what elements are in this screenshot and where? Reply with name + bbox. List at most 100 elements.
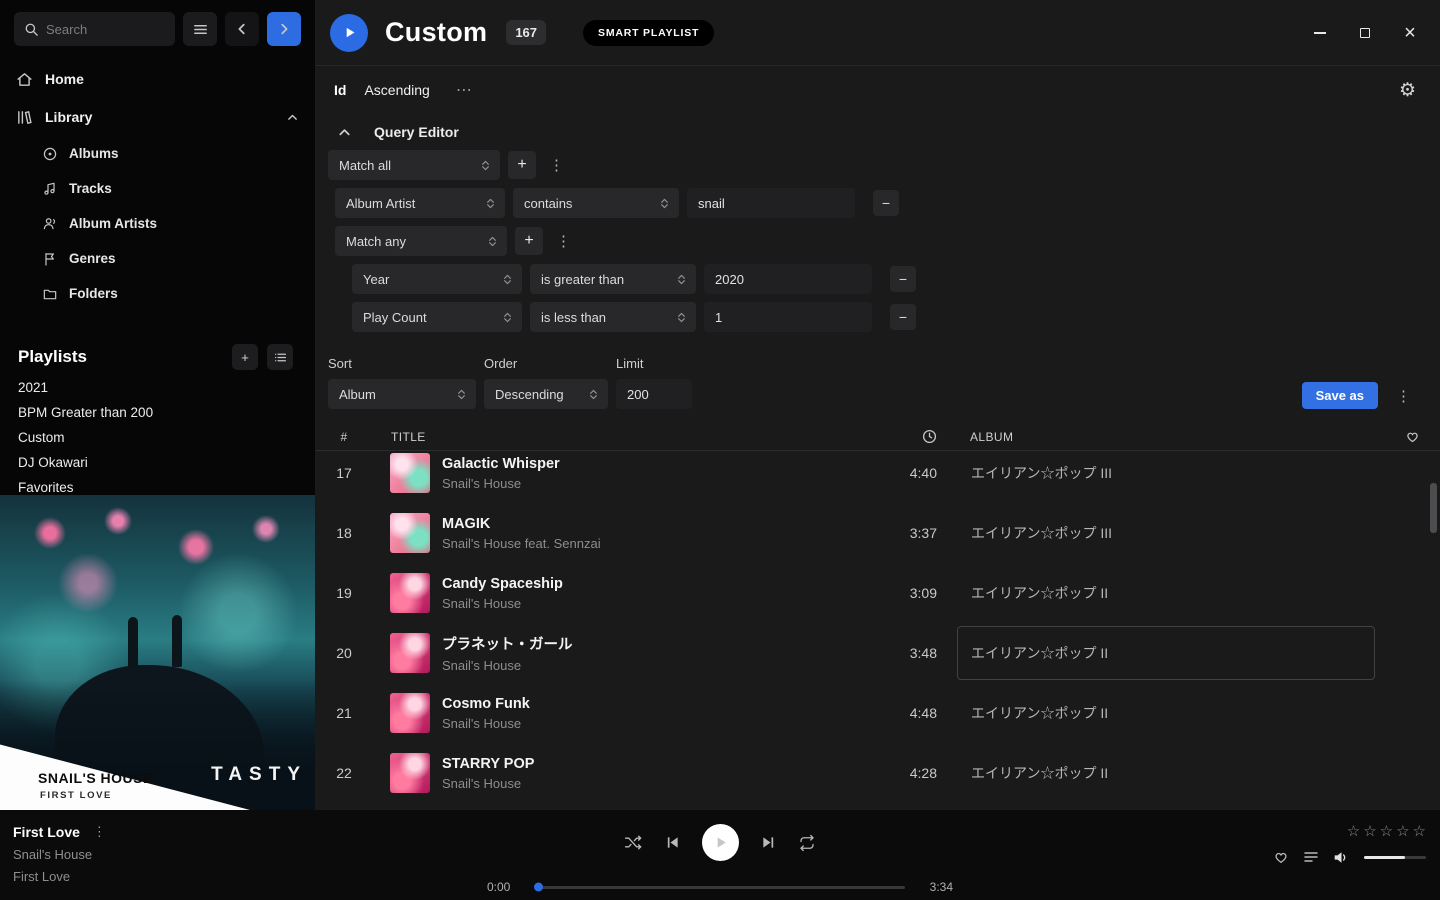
- sidebar-item-albums[interactable]: Albums: [0, 136, 315, 171]
- more-options-icon[interactable]: ⋯: [456, 80, 473, 100]
- remove-rule-button[interactable]: −: [890, 304, 916, 330]
- chevron-up-icon[interactable]: [286, 111, 299, 124]
- close-button[interactable]: ×: [1402, 25, 1418, 41]
- rule-field-select[interactable]: Album Artist: [335, 188, 505, 218]
- sort-field-button[interactable]: Id: [334, 82, 346, 98]
- query-rule-row: Album Artist contains −: [335, 188, 1440, 218]
- elapsed-time: 0:00: [487, 880, 521, 894]
- table-row[interactable]: 21 Cosmo Funk Snail's House 4:48 エイリアン☆ポ…: [315, 683, 1440, 743]
- album-cell-focused[interactable]: エイリアン☆ポップ II: [957, 626, 1375, 680]
- table-row[interactable]: 22 STARRY POP Snail's House 4:28 エイリアン☆ポ…: [315, 743, 1440, 803]
- match-mode-select[interactable]: Match any: [335, 226, 507, 256]
- sidebar-item-home[interactable]: Home: [0, 60, 315, 98]
- artwork-figure: [172, 615, 182, 667]
- rule-value-input[interactable]: [704, 302, 872, 332]
- column-duration[interactable]: [865, 429, 937, 444]
- playlists-menu-button[interactable]: [267, 344, 293, 370]
- sort-label: Sort: [328, 356, 476, 371]
- nav-forward-button[interactable]: [267, 12, 301, 46]
- repeat-icon[interactable]: [798, 834, 816, 852]
- rule-operator-select[interactable]: is less than: [530, 302, 696, 332]
- search-box[interactable]: [14, 12, 175, 46]
- track-table: # TITLE ALBUM: [315, 423, 1440, 810]
- add-rule-button[interactable]: +: [515, 227, 543, 255]
- match-mode-select[interactable]: Match all: [328, 150, 500, 180]
- track-duration: 3:37: [865, 525, 937, 541]
- column-number[interactable]: #: [315, 430, 373, 444]
- sidebar-item-genres[interactable]: Genres: [0, 241, 315, 276]
- sidebar-item-folders[interactable]: Folders: [0, 276, 315, 311]
- star-icon[interactable]: ☆: [1347, 822, 1360, 840]
- scrollbar-thumb[interactable]: [1430, 483, 1437, 533]
- plus-icon: +: [241, 350, 249, 365]
- playlist-item[interactable]: Custom: [0, 425, 315, 450]
- sidebar-item-tracks[interactable]: Tracks: [0, 171, 315, 206]
- group-kebab-icon[interactable]: ⋮: [544, 156, 569, 174]
- track-duration: 4:40: [865, 465, 937, 481]
- table-row[interactable]: 18 MAGIK Snail's House feat. Sennzai 3:3…: [315, 503, 1440, 563]
- volume-slider[interactable]: [1364, 856, 1426, 859]
- nav-back-button[interactable]: [225, 12, 259, 46]
- gear-icon[interactable]: ⚙: [1399, 81, 1416, 100]
- limit-input[interactable]: [616, 379, 692, 409]
- sidebar-item-album-artists[interactable]: Album Artists: [0, 206, 315, 241]
- star-icon[interactable]: ☆: [1396, 822, 1409, 840]
- group-kebab-icon[interactable]: ⋮: [551, 232, 576, 250]
- order-label: Order: [484, 356, 608, 371]
- rule-value-input[interactable]: [687, 188, 855, 218]
- save-as-button[interactable]: Save as: [1302, 382, 1378, 409]
- sort-order-button[interactable]: Ascending: [364, 82, 429, 98]
- maximize-button[interactable]: [1357, 25, 1373, 41]
- shuffle-icon[interactable]: [624, 833, 643, 852]
- column-album[interactable]: ALBUM: [937, 430, 1384, 444]
- play-pause-button[interactable]: [702, 824, 739, 861]
- table-row-selected[interactable]: 20 プラネット・ガール Snail's House 3:48 エイリアン☆ポッ…: [315, 623, 1440, 683]
- favorite-heart-icon[interactable]: [1273, 849, 1289, 865]
- artwork-label-logo: TASTY: [211, 764, 307, 786]
- updown-icon: [587, 388, 600, 401]
- hamburger-icon: [193, 22, 208, 37]
- table-row[interactable]: 17 Galactic Whisper Snail's House 4:40 エ…: [315, 451, 1440, 503]
- remove-rule-button[interactable]: −: [873, 190, 899, 216]
- track-album: エイリアン☆ポップ II: [971, 643, 1108, 663]
- remove-rule-button[interactable]: −: [890, 266, 916, 292]
- track-album: エイリアン☆ポップ II: [971, 763, 1108, 783]
- playlist-item[interactable]: DJ Okawari: [0, 450, 315, 475]
- save-kebab-icon[interactable]: ⋮: [1391, 387, 1416, 405]
- playlist-item[interactable]: BPM Greater than 200: [0, 400, 315, 425]
- order-select[interactable]: Descending: [484, 379, 608, 409]
- add-rule-button[interactable]: +: [508, 151, 536, 179]
- volume-icon[interactable]: [1333, 850, 1350, 865]
- rule-field-select[interactable]: Play Count: [352, 302, 522, 332]
- play-playlist-button[interactable]: [330, 14, 368, 52]
- rule-operator-select[interactable]: is greater than: [530, 264, 696, 294]
- seek-handle[interactable]: [534, 883, 543, 892]
- updown-icon: [479, 159, 492, 172]
- menu-button[interactable]: [183, 12, 217, 46]
- add-playlist-button[interactable]: +: [232, 344, 258, 370]
- playlists-title: Playlists: [18, 347, 87, 367]
- queue-icon[interactable]: [1303, 849, 1319, 865]
- now-playing-kebab-icon[interactable]: ⋮: [93, 824, 106, 840]
- rule-value-input[interactable]: [704, 264, 872, 294]
- minimize-button[interactable]: [1312, 25, 1328, 41]
- select-value: Album: [339, 387, 447, 402]
- star-icon[interactable]: ☆: [1380, 822, 1393, 840]
- playlist-item[interactable]: 2021: [0, 375, 315, 400]
- table-row[interactable]: 19 Candy Spaceship Snail's House 3:09 エイ…: [315, 563, 1440, 623]
- star-icon[interactable]: ☆: [1413, 822, 1426, 840]
- column-favorite[interactable]: [1384, 429, 1440, 444]
- sort-by-select[interactable]: Album: [328, 379, 476, 409]
- track-rows: 17 Galactic Whisper Snail's House 4:40 エ…: [315, 451, 1440, 810]
- select-value: contains: [524, 196, 650, 211]
- previous-icon[interactable]: [665, 835, 680, 850]
- star-icon[interactable]: ☆: [1363, 822, 1376, 840]
- rule-field-select[interactable]: Year: [352, 264, 522, 294]
- search-input[interactable]: [46, 22, 165, 37]
- collapse-query-editor-button[interactable]: [337, 125, 352, 140]
- next-icon[interactable]: [761, 835, 776, 850]
- rule-operator-select[interactable]: contains: [513, 188, 679, 218]
- sidebar-item-library[interactable]: Library: [0, 98, 315, 136]
- seek-bar[interactable]: [535, 886, 905, 889]
- column-title[interactable]: TITLE: [373, 430, 865, 444]
